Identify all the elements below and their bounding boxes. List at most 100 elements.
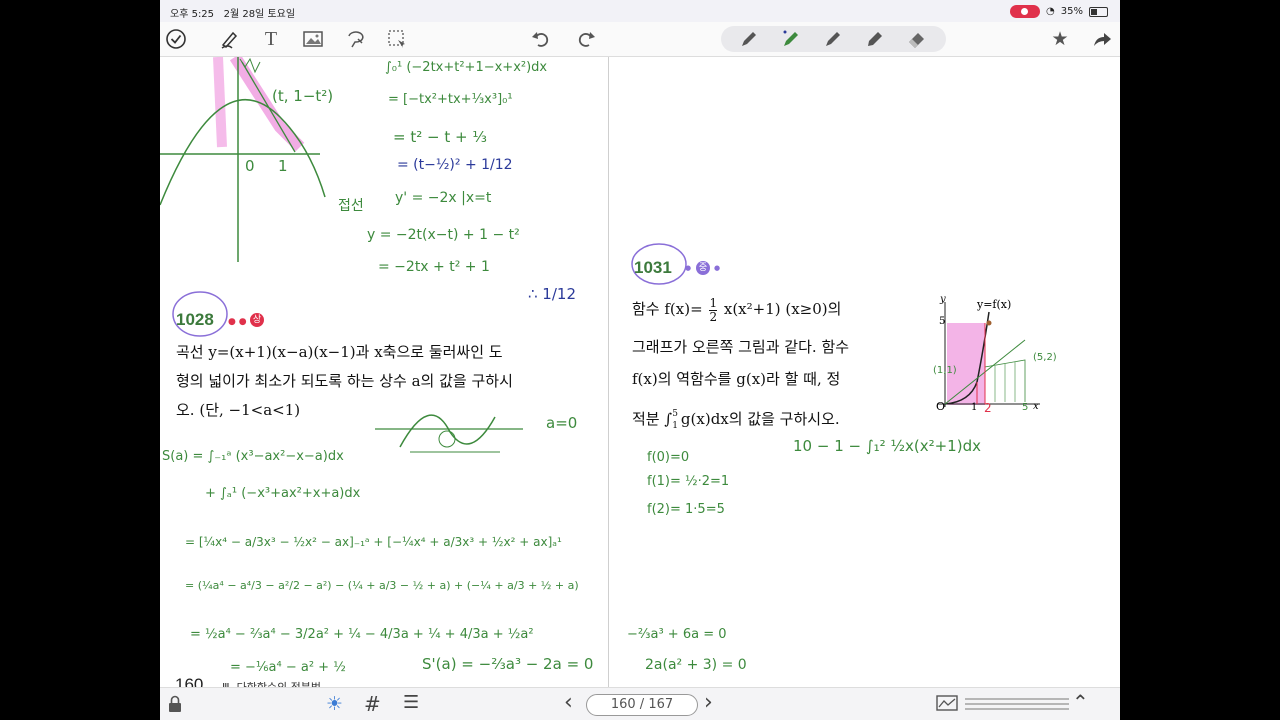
graph-x2: 2 bbox=[984, 401, 992, 415]
prev-page-icon[interactable]: ‹ bbox=[564, 690, 573, 715]
battery-icon bbox=[1089, 6, 1108, 17]
hw-line: y = −2t(x−t) + 1 − t² bbox=[367, 227, 520, 243]
graph-curve-label: y=f(x) bbox=[977, 298, 1012, 311]
status-bar: 오후 5:25 2월 28일 토요일 ◔ 35% bbox=[160, 0, 1120, 22]
page-strip-icon[interactable] bbox=[965, 696, 1069, 716]
lasso-tool-icon[interactable] bbox=[343, 27, 367, 51]
problem-1031-line1: 함수 f(x)= 1 2 x(x²+1) (x≥0)의 bbox=[632, 295, 841, 324]
status-right: ◔ 35% bbox=[1010, 5, 1108, 18]
status-time: 오후 5:25 bbox=[170, 9, 215, 20]
thumbnail-icon[interactable] bbox=[936, 695, 958, 715]
hw-answer: ∴ 1/12 bbox=[528, 285, 576, 303]
fraction-num: 1 bbox=[709, 295, 718, 311]
graph-x-label: x bbox=[1033, 401, 1039, 412]
hw-line: = ½a⁴ − ⅔a⁴ − 3/2a² + ¼ − 4/3a + ¼ + 4/3… bbox=[190, 627, 534, 642]
next-page-icon[interactable]: › bbox=[704, 690, 713, 715]
graph-y5: 5 bbox=[939, 316, 946, 327]
pen-icon[interactable] bbox=[737, 27, 761, 51]
pen-tool-icon[interactable] bbox=[218, 27, 242, 51]
notebook-page[interactable]: (t, 1−t²) 0 1 ∫₀¹ (−2tx+t²+1−x+x²)dx = [… bbox=[160, 57, 1120, 694]
hw-line: S(a) = ∫₋₁ᵃ (x³−ax²−x−a)dx bbox=[162, 449, 344, 464]
hw-label: 접선 bbox=[338, 198, 364, 214]
problem-1031-line2: 그래프가 오른쪽 그림과 같다. 함수 bbox=[632, 338, 850, 356]
share-icon[interactable] bbox=[1090, 27, 1114, 51]
graph-x1: 1 bbox=[971, 402, 978, 413]
hw-line: 10 − 1 − ∫₁² ½x(x²+1)dx bbox=[793, 437, 981, 455]
page-indicator[interactable]: 160 / 167 bbox=[586, 694, 698, 716]
pen-active-icon[interactable] bbox=[779, 27, 803, 51]
status-time-date: 오후 5:25 2월 28일 토요일 bbox=[170, 5, 295, 20]
hw-line: 2a(a² + 3) = 0 bbox=[645, 657, 747, 673]
ipad-screen: 오후 5:25 2월 28일 토요일 ◔ 35% T ★ (t, 1−t²) 0… bbox=[160, 0, 1120, 720]
hw-line: = [−tx²+tx+⅓x³]₀¹ bbox=[388, 92, 513, 107]
list-icon[interactable]: ☰ bbox=[403, 692, 419, 713]
hw-line: = (¼a⁴ − a⁴/3 − a²/2 − a²) − (¼ + a/3 − … bbox=[185, 579, 579, 592]
undo-icon[interactable] bbox=[529, 27, 553, 51]
problem-1031-line4: 적분 ∫ 5 1 g(x)dx의 값을 구하시오. bbox=[632, 405, 840, 434]
problem-1028-line2: 형의 넓이가 최소가 되도록 하는 상수 a의 값을 구하시 bbox=[176, 372, 513, 390]
column-divider bbox=[608, 57, 609, 687]
marker-icon[interactable] bbox=[863, 27, 887, 51]
hw-line: f(0)=0 bbox=[647, 450, 690, 465]
eraser-icon[interactable] bbox=[905, 27, 929, 51]
grid-icon[interactable]: # bbox=[364, 692, 381, 716]
brightness-icon[interactable]: ☀ bbox=[326, 693, 343, 715]
hw-line: f(2)= 1·5=5 bbox=[647, 502, 725, 517]
integral-lower: 1 bbox=[672, 421, 678, 431]
graph-one-label: 1 bbox=[278, 157, 288, 175]
hw-line: = −2tx + t² + 1 bbox=[378, 259, 490, 275]
problem-1031-text: 적분 ∫ bbox=[632, 410, 673, 428]
problem-1031-text: x(x²+1) (x≥0)의 bbox=[723, 300, 842, 318]
difficulty-badge: 상 bbox=[250, 313, 264, 327]
image-tool-icon[interactable] bbox=[301, 27, 325, 51]
redo-icon[interactable] bbox=[574, 27, 598, 51]
wifi-icon: ◔ bbox=[1046, 6, 1055, 17]
selection-tool-icon[interactable] bbox=[385, 27, 409, 51]
difficulty-dot: ● bbox=[714, 264, 721, 272]
battery-percent: 35% bbox=[1060, 6, 1083, 17]
problem-number-1028: 1028 bbox=[176, 310, 214, 329]
status-date: 2월 28일 토요일 bbox=[223, 9, 296, 20]
hw-line: −⅔a³ + 6a = 0 bbox=[627, 627, 727, 642]
hw-a-equals: a=0 bbox=[546, 414, 578, 432]
hw-line: = −⅙a⁴ − a² + ½ bbox=[230, 660, 346, 675]
check-circle-icon[interactable] bbox=[164, 27, 188, 51]
difficulty-dot: ● bbox=[685, 264, 692, 272]
chevron-up-icon[interactable]: ⌃ bbox=[1072, 690, 1089, 714]
problem-1031-text: g(x)dx의 값을 구하시오. bbox=[680, 410, 840, 428]
hw-line: S'(a) = −⅔a³ − 2a = 0 bbox=[422, 655, 594, 673]
hw-point: (5,2) bbox=[1033, 352, 1057, 363]
fraction: 1 2 bbox=[709, 295, 718, 324]
difficulty-dots: ● ● bbox=[228, 317, 247, 327]
problem-1028-line1: 곡선 y=(x+1)(x−a)(x−1)과 x축으로 둘러싸인 도 bbox=[176, 343, 503, 361]
lock-icon[interactable] bbox=[168, 695, 182, 717]
graph-y-label: y bbox=[940, 294, 946, 305]
hw-line: y' = −2x |x=t bbox=[395, 190, 492, 206]
problem-number-1031: 1031 bbox=[634, 258, 672, 277]
hw-line: = (t−½)² + 1/12 bbox=[397, 157, 513, 173]
graph-origin: O bbox=[936, 400, 946, 413]
bottom-toolbar: ☀ # ☰ ‹ 160 / 167 › ⌃ bbox=[160, 687, 1120, 720]
graph-origin-label: 0 bbox=[245, 157, 255, 175]
hw-line: + ∫ₐ¹ (−x³+ax²+x+a)dx bbox=[205, 486, 361, 501]
point-label: (t, 1−t²) bbox=[272, 87, 334, 105]
hw-line: = [¼x⁴ − a/3x³ − ½x² − ax]₋₁ᵃ + [−¼x⁴ + … bbox=[185, 535, 562, 549]
fraction-den: 2 bbox=[709, 309, 718, 324]
problem-1031-line3: f(x)의 역함수를 g(x)라 할 때, 정 bbox=[632, 370, 841, 388]
integral-bounds: 51 bbox=[672, 408, 678, 432]
cubic-sketch bbox=[375, 414, 523, 453]
integral-upper: 5 bbox=[672, 409, 678, 419]
problem-1031-text: 함수 f(x)= bbox=[632, 300, 703, 318]
graph-x5: 5 bbox=[1022, 402, 1029, 413]
star-icon[interactable]: ★ bbox=[1048, 27, 1072, 51]
problem-1028-line3: 오. (단, −1<a<1) bbox=[176, 401, 301, 419]
hw-line: ∫₀¹ (−2tx+t²+1−x+x²)dx bbox=[385, 60, 548, 75]
screen-record-icon[interactable] bbox=[1010, 5, 1041, 18]
hw-line: = t² − t + ⅓ bbox=[393, 128, 487, 146]
hw-line: f(1)= ½·2=1 bbox=[647, 474, 730, 489]
hw-point: (1,1) bbox=[933, 365, 957, 376]
difficulty-badge: 중 bbox=[696, 261, 710, 275]
text-tool-icon[interactable]: T bbox=[259, 27, 283, 51]
pen-icon[interactable] bbox=[821, 27, 845, 51]
app-toolbar: T ★ bbox=[160, 22, 1120, 57]
